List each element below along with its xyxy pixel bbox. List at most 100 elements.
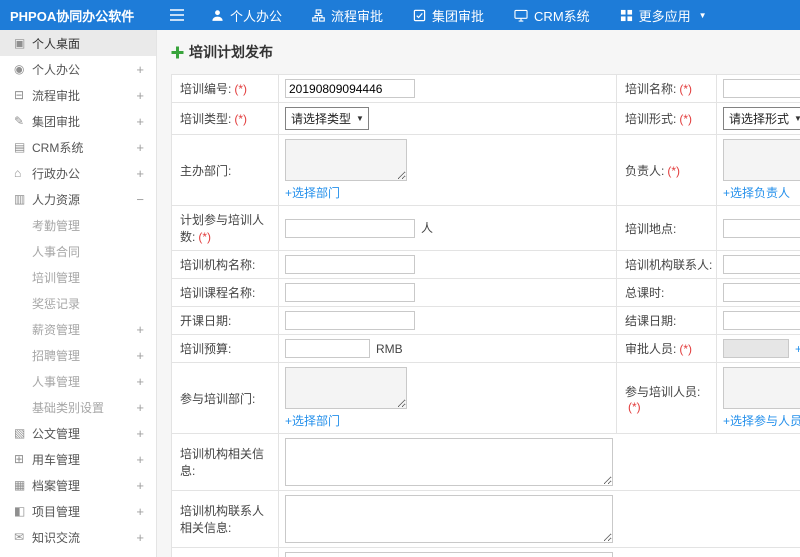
sidebar-item-recruitment[interactable]: 招聘管理 +: [0, 342, 156, 368]
page-title: 培训计划发布: [171, 42, 800, 62]
expand-toggle[interactable]: +: [136, 530, 144, 545]
expand-toggle[interactable]: +: [136, 62, 144, 77]
field-label: 培训预算:: [180, 342, 232, 356]
user-icon: ◉: [14, 62, 25, 76]
org-contact-input[interactable]: [723, 255, 800, 274]
sidebar-item-admin-office[interactable]: ⌂ 行政办公 +: [0, 160, 156, 186]
start-date-input[interactable]: [285, 311, 415, 330]
sidebar-item-label: 知识交流: [32, 530, 81, 545]
field-label: 审批人员:: [625, 342, 677, 356]
user-icon: [212, 9, 223, 21]
end-date-input[interactable]: [723, 311, 800, 330]
main-content: 培训计划发布 培训编号:(*) 培训名称:(*) 培训类型:(*) 请选择类型▼…: [158, 30, 800, 557]
approver-input[interactable]: [723, 339, 789, 358]
sidebar-item-label: 招聘管理: [32, 348, 81, 363]
selected-option: 请选择类型: [291, 112, 352, 126]
sidebar-item-training[interactable]: 培训管理: [0, 264, 156, 290]
sidebar-item-label: 基础类别设置: [32, 400, 105, 415]
total-hours-input[interactable]: [723, 283, 800, 302]
field-label: 结课日期:: [625, 314, 677, 328]
sidebar-item-official-doc[interactable]: ▧ 公文管理 +: [0, 420, 156, 446]
choose-approver-link[interactable]: +选择审批人: [795, 342, 800, 356]
archive-icon: ▦: [14, 478, 26, 492]
planned-count-input[interactable]: [285, 218, 415, 238]
expand-toggle[interactable]: +: [136, 166, 144, 181]
sidebar-item-label: 用车管理: [32, 452, 81, 467]
sidebar-item-label: 考勤管理: [32, 218, 81, 233]
expand-toggle[interactable]: +: [136, 504, 144, 519]
field-label: 参与培训人员:: [625, 384, 701, 399]
sidebar-item-workflow-approval[interactable]: ⊟ 流程审批 +: [0, 82, 156, 108]
expand-toggle[interactable]: +: [136, 478, 144, 493]
sidebar-item-knowledge[interactable]: ✉ 知识交流 +: [0, 524, 156, 550]
field-label: 参与培训部门:: [180, 391, 256, 406]
org-contact-info-textarea[interactable]: [285, 495, 613, 543]
required-marker: (*): [234, 82, 248, 96]
org-info-textarea[interactable]: [285, 438, 613, 486]
join-people-textarea[interactable]: [723, 367, 800, 409]
sidebar-item-label: 人力资源: [32, 192, 81, 207]
expand-toggle[interactable]: +: [136, 88, 144, 103]
choose-join-dept-link[interactable]: +选择部门: [285, 412, 340, 429]
sidebar-item-hr-contract[interactable]: 人事合同: [0, 238, 156, 264]
location-input[interactable]: [723, 218, 800, 238]
topbar: PHPOA协同办公软件 个人办公 流程审批 集团审批 CRM系统 更多应用 ▼: [0, 0, 800, 30]
host-dept-textarea[interactable]: [285, 139, 407, 181]
nav-more-apps[interactable]: 更多应用 ▼: [605, 0, 722, 30]
choose-leader-link[interactable]: +选择负责人: [723, 184, 790, 201]
expand-toggle[interactable]: +: [136, 400, 144, 415]
sidebar-item-base-category[interactable]: 基础类别设置 +: [0, 394, 156, 420]
nav-group-approval[interactable]: 集团审批: [398, 0, 499, 30]
field-label: 培训编号:: [180, 82, 232, 96]
budget-input[interactable]: [285, 339, 370, 358]
chat-icon: ✉: [14, 530, 25, 544]
chevron-down-icon: ▼: [698, 10, 707, 20]
chevron-down-icon: ▼: [356, 114, 364, 123]
crm-icon: [514, 9, 528, 22]
sidebar-item-crm[interactable]: ▤ CRM系统 +: [0, 134, 156, 160]
menu-toggle-button[interactable]: [158, 0, 196, 30]
join-dept-textarea[interactable]: [285, 367, 407, 409]
desktop-icon: ▣: [14, 36, 26, 50]
course-name-input[interactable]: [285, 283, 415, 302]
sidebar-item-project[interactable]: ◧ 项目管理 +: [0, 498, 156, 524]
expand-toggle[interactable]: +: [136, 348, 144, 363]
expand-toggle[interactable]: −: [136, 192, 144, 207]
nav-workflow-approval[interactable]: 流程审批: [297, 0, 398, 30]
selected-option: 请选择形式: [729, 112, 790, 126]
nav-crm[interactable]: CRM系统: [499, 0, 605, 30]
leader-textarea[interactable]: [723, 139, 800, 181]
expand-toggle[interactable]: +: [136, 140, 144, 155]
requirements-textarea[interactable]: [285, 552, 613, 557]
expand-toggle[interactable]: +: [136, 114, 144, 129]
training-type-select[interactable]: 请选择类型 ▼: [285, 107, 369, 130]
sidebar-item-group-approval[interactable]: ✎ 集团审批 +: [0, 108, 156, 134]
choose-join-people-link[interactable]: +选择参与人员: [723, 412, 800, 429]
expand-toggle[interactable]: +: [136, 322, 144, 337]
training-number-input[interactable]: [285, 79, 415, 98]
choose-dept-link[interactable]: +选择部门: [285, 184, 340, 201]
sidebar-item-hr[interactable]: ▥ 人力资源 −: [0, 186, 156, 212]
crm-icon: ▤: [14, 140, 26, 154]
sidebar-item-personnel[interactable]: 人事管理 +: [0, 368, 156, 394]
sidebar-item-salary[interactable]: 薪资管理 +: [0, 316, 156, 342]
sidebar: ▣ 个人桌面 ◉ 个人办公 + ⊟ 流程审批 + ✎ 集团审批 + ▤ CRM系…: [0, 30, 157, 557]
form-row: 培训预算: RMB 审批人员:(*) +选择审批人: [171, 334, 800, 363]
sidebar-item-desktop[interactable]: ▣ 个人桌面: [0, 30, 156, 56]
sidebar-item-archive[interactable]: ▦ 档案管理 +: [0, 472, 156, 498]
sidebar-item-vehicle[interactable]: ⊞ 用车管理 +: [0, 446, 156, 472]
training-name-input[interactable]: [723, 79, 800, 98]
form-row: 培训机构相关信息:: [171, 433, 800, 491]
sidebar-item-label: 人事管理: [32, 374, 81, 389]
form-row: 主办部门: +选择部门 负责人: (*) +选择负责人: [171, 134, 800, 206]
nav-personal-office[interactable]: 个人办公: [196, 0, 297, 30]
training-mode-select[interactable]: 请选择形式 ▼: [723, 107, 800, 130]
expand-toggle[interactable]: +: [136, 426, 144, 441]
group-approval-icon: [413, 9, 426, 21]
expand-toggle[interactable]: +: [136, 374, 144, 389]
expand-toggle[interactable]: +: [136, 452, 144, 467]
sidebar-item-reward-record[interactable]: 奖惩记录: [0, 290, 156, 316]
org-name-input[interactable]: [285, 255, 415, 274]
sidebar-item-attendance[interactable]: 考勤管理: [0, 212, 156, 238]
sidebar-item-personal-office[interactable]: ◉ 个人办公 +: [0, 56, 156, 82]
